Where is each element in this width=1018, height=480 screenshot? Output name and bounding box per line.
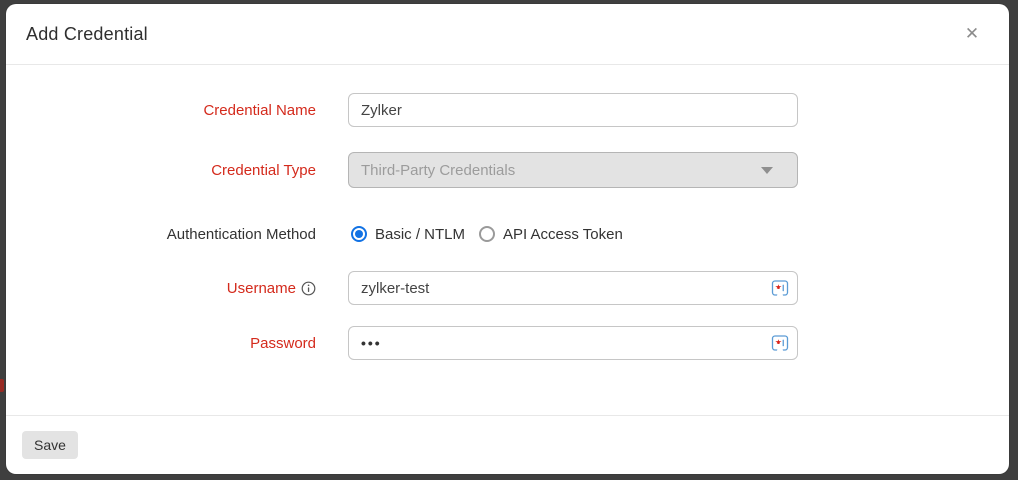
radio-selected-icon[interactable] — [351, 226, 367, 242]
credential-name-input[interactable] — [348, 93, 798, 127]
dialog-footer: Save — [6, 415, 1009, 474]
chevron-down-icon — [761, 167, 773, 174]
credential-type-value: Third-Party Credentials — [361, 162, 515, 179]
info-icon[interactable] — [301, 281, 316, 296]
password-input[interactable] — [348, 326, 798, 360]
credential-type-row: Credential Type Third-Party Credentials — [6, 153, 1009, 187]
radio-unselected-icon[interactable] — [479, 226, 495, 242]
dialog-body: Credential Name Credential Type Third-Pa… — [6, 65, 1009, 360]
username-input[interactable] — [348, 271, 798, 305]
authentication-method-row: Authentication Method Basic / NTLM API A… — [6, 217, 1009, 251]
close-icon[interactable]: ✕ — [959, 21, 985, 47]
dialog-header: Add Credential ✕ — [6, 4, 1009, 65]
radio-label: Basic / NTLM — [375, 226, 465, 243]
radio-option-basic-ntlm[interactable]: Basic / NTLM — [351, 226, 465, 243]
clipped-background-text-artifact — [0, 379, 4, 392]
auth-method-radio-group: Basic / NTLM API Access Token — [348, 226, 623, 243]
save-button[interactable]: Save — [22, 431, 78, 459]
credential-name-row: Credential Name — [6, 93, 1009, 127]
radio-label: API Access Token — [503, 226, 623, 243]
credential-type-label: Credential Type — [6, 162, 316, 179]
dialog-title: Add Credential — [26, 24, 148, 45]
insert-variable-badge-icon[interactable] — [770, 333, 790, 353]
credential-type-select: Third-Party Credentials — [348, 152, 798, 188]
add-credential-dialog: Add Credential ✕ Credential Name Credent… — [6, 4, 1009, 474]
password-label: Password — [6, 335, 316, 352]
username-label: Username — [6, 280, 316, 297]
radio-option-api-access-token[interactable]: API Access Token — [479, 226, 623, 243]
insert-variable-badge-icon[interactable] — [770, 278, 790, 298]
authentication-method-label: Authentication Method — [6, 226, 316, 243]
username-row: Username — [6, 271, 1009, 305]
credential-name-label: Credential Name — [6, 102, 316, 119]
password-row: Password — [6, 326, 1009, 360]
